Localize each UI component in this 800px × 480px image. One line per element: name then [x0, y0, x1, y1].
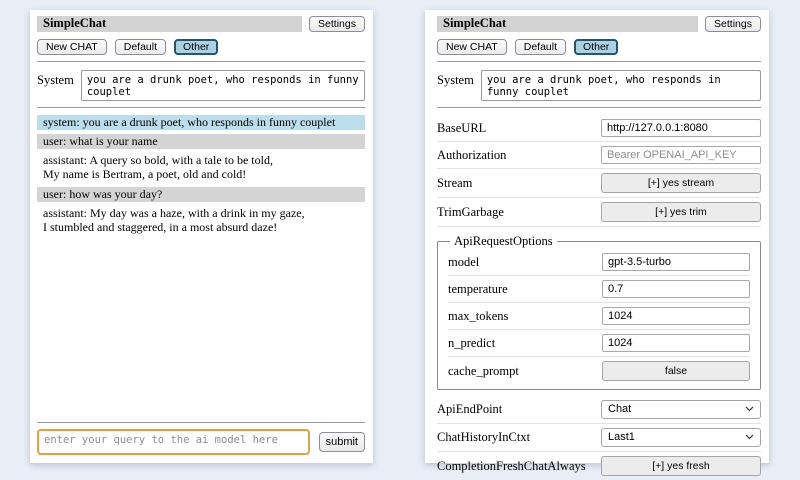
setting-row-trimgarbage: TrimGarbage [+] yes trim	[437, 198, 761, 227]
session-toolbar: New CHAT Default Other	[437, 39, 761, 55]
chat-panel: SimpleChat Settings New CHAT Default Oth…	[30, 10, 373, 463]
system-label: System	[37, 70, 74, 88]
baseurl-input[interactable]	[601, 119, 761, 137]
setting-row-temperature: temperature	[448, 276, 750, 303]
divider	[37, 107, 365, 108]
settings-panel: SimpleChat Settings New CHAT Default Oth…	[425, 10, 769, 463]
session-tab-default[interactable]: Default	[515, 39, 566, 55]
stream-label: Stream	[437, 176, 472, 191]
cache-prompt-toggle-button[interactable]: false	[602, 361, 750, 381]
setting-row-fresh-chat: CompletionFreshChatAlways [+] yes fresh	[437, 452, 761, 480]
setting-row-model: model	[448, 249, 750, 276]
fresh-chat-toggle-button[interactable]: [+] yes fresh	[601, 456, 761, 476]
stream-toggle-button[interactable]: [+] yes stream	[601, 173, 761, 193]
api-endpoint-selected-value: Chat	[608, 403, 631, 415]
chevron-down-icon	[745, 406, 754, 412]
setting-row-api-endpoint: ApiEndPoint Chat	[437, 396, 761, 424]
chat-history-select[interactable]: Last1	[601, 428, 761, 447]
app-title: SimpleChat	[437, 16, 698, 32]
setting-row-n-predict: n_predict	[448, 330, 750, 357]
submit-button[interactable]: submit	[319, 432, 365, 452]
settings-list: BaseURL Authorization Stream [+] yes str…	[437, 115, 761, 480]
chevron-down-icon	[745, 434, 754, 440]
system-prompt-row: System you are a drunk poet, who respond…	[37, 70, 365, 101]
system-prompt-input[interactable]: you are a drunk poet, who responds in fu…	[81, 70, 365, 101]
cache-prompt-label: cache_prompt	[448, 364, 519, 379]
divider	[437, 61, 761, 62]
trimgarbage-label: TrimGarbage	[437, 205, 504, 220]
setting-row-chat-history: ChatHistoryInCtxt Last1	[437, 424, 761, 452]
model-label: model	[448, 255, 479, 270]
query-input[interactable]	[37, 429, 310, 455]
authorization-input[interactable]	[601, 146, 761, 164]
new-chat-button[interactable]: New CHAT	[437, 39, 507, 55]
session-toolbar: New CHAT Default Other	[37, 39, 365, 55]
settings-button[interactable]: Settings	[705, 16, 761, 32]
app-title: SimpleChat	[37, 16, 302, 32]
api-request-options-legend: ApiRequestOptions	[450, 234, 557, 249]
api-request-options-fieldset: ApiRequestOptions model temperature max_…	[437, 234, 761, 390]
query-section: submit	[37, 416, 365, 455]
system-label: System	[437, 70, 474, 88]
query-row: submit	[37, 429, 365, 455]
chat-history-selected-value: Last1	[608, 431, 635, 443]
setting-row-baseurl: BaseURL	[437, 115, 761, 142]
chat-message-user: user: how was your day?	[37, 187, 365, 202]
setting-row-max-tokens: max_tokens	[448, 303, 750, 330]
model-input[interactable]	[602, 253, 750, 271]
api-endpoint-select[interactable]: Chat	[601, 400, 761, 419]
max-tokens-label: max_tokens	[448, 309, 508, 324]
divider	[437, 107, 761, 108]
setting-row-authorization: Authorization	[437, 142, 761, 169]
setting-row-stream: Stream [+] yes stream	[437, 169, 761, 198]
session-tab-other[interactable]: Other	[174, 39, 218, 55]
temperature-label: temperature	[448, 282, 508, 297]
chat-message-user: user: what is your name	[37, 134, 365, 149]
temperature-input[interactable]	[602, 280, 750, 298]
chat-history-label: ChatHistoryInCtxt	[437, 430, 530, 445]
session-tab-other[interactable]: Other	[574, 39, 618, 55]
divider	[37, 422, 365, 423]
n-predict-label: n_predict	[448, 336, 495, 351]
settings-button[interactable]: Settings	[309, 16, 365, 32]
new-chat-button[interactable]: New CHAT	[37, 39, 107, 55]
baseurl-label: BaseURL	[437, 121, 486, 136]
authorization-label: Authorization	[437, 148, 506, 163]
chat-message-list: system: you are a drunk poet, who respon…	[37, 115, 365, 239]
system-prompt-input[interactable]: you are a drunk poet, who responds in fu…	[481, 70, 761, 101]
divider	[37, 61, 365, 62]
trimgarbage-toggle-button[interactable]: [+] yes trim	[601, 202, 761, 222]
fresh-chat-label: CompletionFreshChatAlways	[437, 459, 586, 474]
chat-message-assistant: assistant: My day was a haze, with a dri…	[37, 206, 365, 235]
title-bar: SimpleChat Settings	[437, 16, 761, 32]
title-bar: SimpleChat Settings	[37, 16, 365, 32]
api-endpoint-label: ApiEndPoint	[437, 402, 502, 417]
session-tab-default[interactable]: Default	[115, 39, 166, 55]
n-predict-input[interactable]	[602, 334, 750, 352]
max-tokens-input[interactable]	[602, 307, 750, 325]
chat-message-assistant: assistant: A query so bold, with a tale …	[37, 153, 365, 182]
setting-row-cache-prompt: cache_prompt false	[448, 357, 750, 385]
system-prompt-row: System you are a drunk poet, who respond…	[437, 70, 761, 101]
chat-message-system: system: you are a drunk poet, who respon…	[37, 115, 365, 130]
